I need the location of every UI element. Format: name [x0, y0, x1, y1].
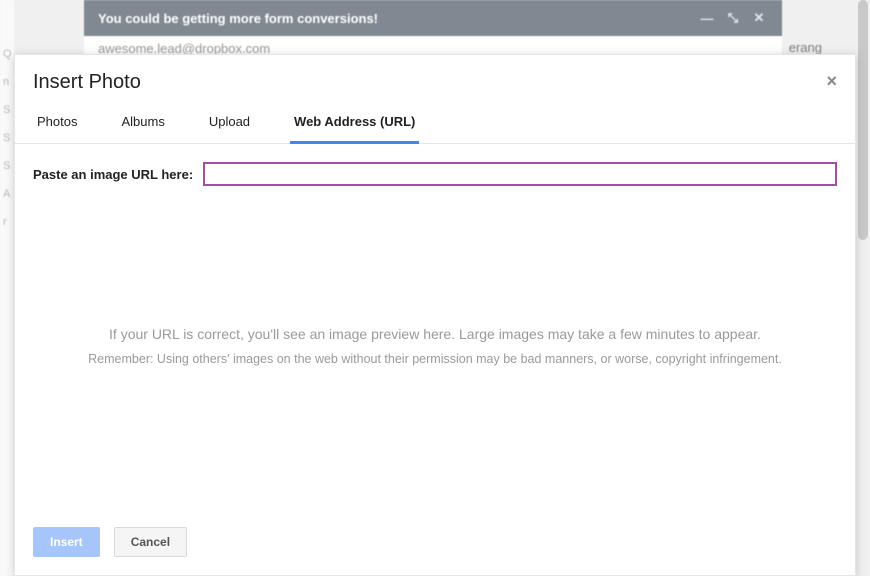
- insert-button[interactable]: Insert: [33, 527, 100, 557]
- modal-title: Insert Photo: [33, 71, 837, 94]
- hint-area: If your URL is correct, you'll see an im…: [33, 326, 837, 366]
- bg-banner: You could be getting more form conversio…: [84, 0, 782, 36]
- insert-photo-modal: Insert Photo × Photos Albums Upload Web …: [14, 54, 856, 576]
- close-banner-icon[interactable]: ✕: [750, 10, 768, 26]
- url-row: Paste an image URL here:: [33, 162, 837, 186]
- minimize-icon[interactable]: —: [698, 11, 716, 26]
- hint-copyright-text: Remember: Using others' images on the we…: [33, 352, 837, 366]
- tab-bar: Photos Albums Upload Web Address (URL): [15, 104, 855, 144]
- bg-sidebar-letters: QnSSSAr: [0, 0, 14, 576]
- bg-right-word: erang: [789, 40, 822, 55]
- url-input-label: Paste an image URL here:: [33, 167, 193, 182]
- close-modal-button[interactable]: ×: [826, 71, 837, 92]
- modal-header: Insert Photo ×: [15, 55, 855, 104]
- bg-banner-text: You could be getting more form conversio…: [98, 11, 378, 26]
- hint-preview-text: If your URL is correct, you'll see an im…: [33, 326, 837, 342]
- tab-albums[interactable]: Albums: [117, 104, 168, 144]
- collapse-icon[interactable]: ⤡: [724, 10, 742, 26]
- scrollbar-thumb[interactable]: [858, 0, 868, 240]
- tab-photos[interactable]: Photos: [33, 104, 81, 144]
- modal-body: Paste an image URL here: If your URL is …: [15, 144, 855, 513]
- scrollbar-track[interactable]: [856, 0, 870, 576]
- tab-web-address-url[interactable]: Web Address (URL): [290, 104, 419, 144]
- modal-footer: Insert Cancel: [15, 513, 855, 575]
- url-input[interactable]: [203, 162, 837, 186]
- tab-upload[interactable]: Upload: [205, 104, 254, 144]
- cancel-button[interactable]: Cancel: [114, 527, 187, 557]
